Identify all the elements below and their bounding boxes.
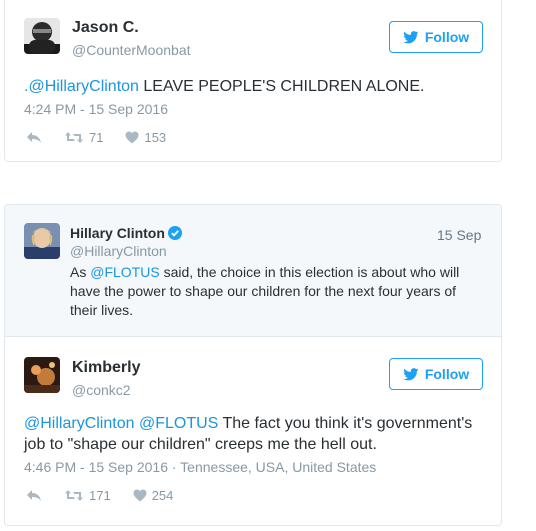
avatar-jason[interactable] [24,18,60,54]
quoted-author-name-text: Hillary Clinton [70,225,165,241]
verified-badge-icon [167,226,182,240]
retweet-button[interactable]: 171 [64,488,111,503]
author-handle[interactable]: @CounterMoonbat [72,42,191,58]
quoted-author-name[interactable]: Hillary Clinton [70,225,182,241]
quoted-text-prefix: As [70,264,91,280]
tweet-text: @HillaryClinton @FLOTUS The fact you thi… [24,413,489,455]
reply-icon [27,490,41,501]
author-handle[interactable]: @conkc2 [72,382,131,398]
like-button[interactable]: 254 [133,488,174,503]
follow-button[interactable]: Follow [389,358,483,390]
avatar-kimberly[interactable] [24,357,60,393]
heart-icon [125,131,139,144]
quoted-text: As @FLOTUS said, the choice in this elec… [70,263,475,320]
like-count: 153 [144,130,167,145]
quoted-author-handle[interactable]: @HillaryClinton [70,243,167,259]
tweet-text-body: LEAVE PEOPLE'S CHILDREN ALONE. [138,78,425,95]
quoted-date[interactable]: 15 Sep [437,227,481,243]
tweet-text: .@HillaryClinton LEAVE PEOPLE'S CHILDREN… [24,76,424,97]
tweet-actions: 71 153 [26,130,188,145]
tweet-timestamp[interactable]: 4:46 PM - 15 Sep 2016 · Tennessee, USA, … [24,459,376,475]
heart-icon [133,489,147,502]
tweet-card-jason: Jason C. @CounterMoonbat Follow .@Hillar… [4,0,502,162]
reply-button[interactable] [26,131,42,144]
follow-button[interactable]: Follow [389,21,483,53]
like-button[interactable]: 153 [125,130,166,145]
twitter-bird-icon [403,367,419,380]
quoted-tweet[interactable]: Hillary Clinton @HillaryClinton 15 Sep A… [5,205,501,337]
tweet-actions: 171 254 [26,488,195,503]
retweet-count: 171 [89,488,111,503]
author-name[interactable]: Kimberly [72,359,140,377]
tweet-card-kimberly: Hillary Clinton @HillaryClinton 15 Sep A… [4,204,502,526]
tweet-timestamp[interactable]: 4:24 PM - 15 Sep 2016 [24,101,168,117]
mention-link[interactable]: .@HillaryClinton [24,78,139,95]
avatar-hillary[interactable] [24,223,60,259]
retweet-button[interactable]: 71 [64,130,103,145]
like-count: 254 [151,488,174,503]
mention-link[interactable]: @FLOTUS [90,264,159,280]
retweet-count: 71 [89,130,104,145]
follow-label: Follow [424,29,470,45]
reply-button[interactable] [26,489,42,502]
author-name[interactable]: Jason C. [72,19,139,37]
retweet-icon [65,132,83,143]
follow-label: Follow [424,366,470,382]
mention-link[interactable]: @FLOTUS [139,415,218,432]
retweet-icon [65,490,83,501]
reply-icon [27,132,41,143]
twitter-bird-icon [403,30,419,43]
mention-link[interactable]: @HillaryClinton [24,415,135,432]
